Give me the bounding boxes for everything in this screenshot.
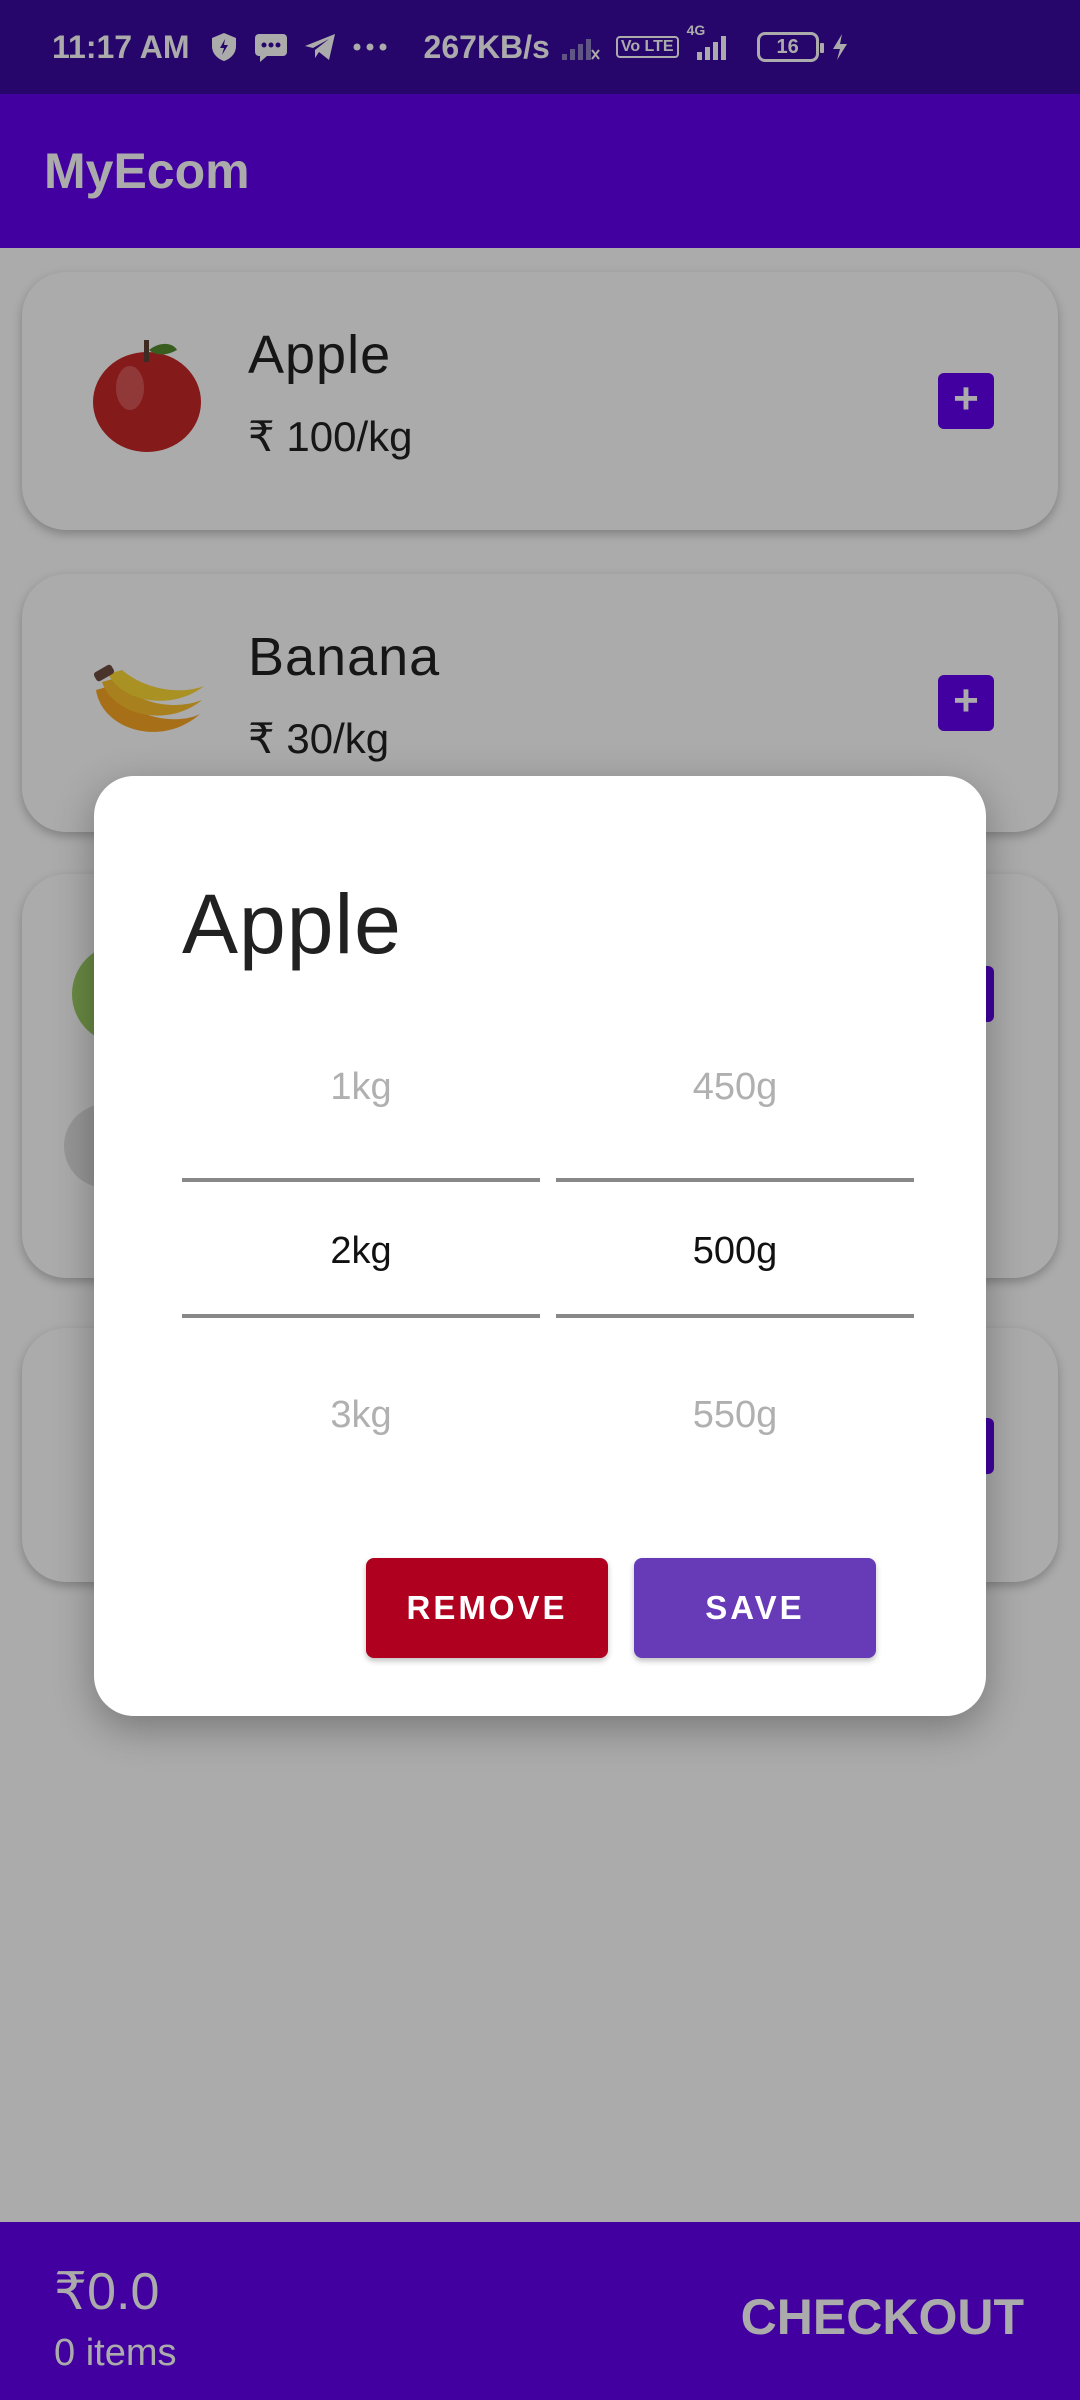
gram-option-selected[interactable]: 500g [556,1230,914,1273]
kg-option-prev[interactable]: 1kg [182,1066,540,1109]
gram-picker[interactable]: 450g 500g 550g [556,1040,914,1436]
picker-divider [556,1314,914,1318]
picker-divider [182,1178,540,1182]
remove-button[interactable]: REMOVE [366,1558,608,1658]
picker-divider [556,1178,914,1182]
gram-option-next[interactable]: 550g [556,1394,914,1437]
dialog-title: Apple [182,877,402,971]
kg-option-next[interactable]: 3kg [182,1394,540,1437]
kg-option-selected[interactable]: 2kg [182,1230,540,1273]
save-button[interactable]: SAVE [634,1558,876,1658]
picker-divider [182,1314,540,1318]
quantity-dialog: Apple 1kg 2kg 3kg 450g 500g 550g REMOVE … [94,776,986,1716]
gram-option-prev[interactable]: 450g [556,1066,914,1109]
kg-picker[interactable]: 1kg 2kg 3kg [182,1040,540,1436]
